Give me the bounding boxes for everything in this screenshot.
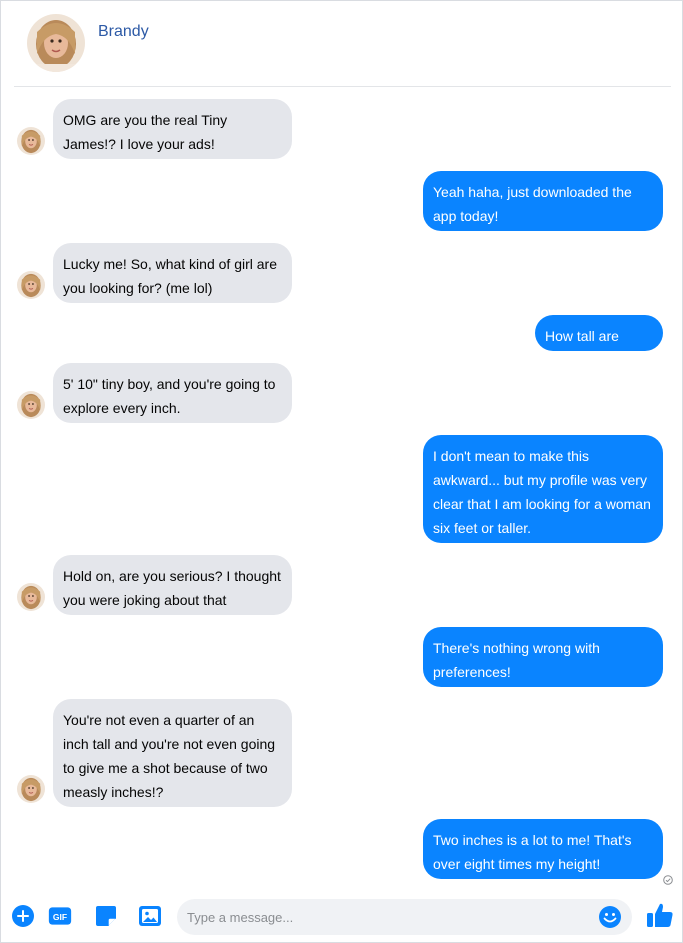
thumbs-up-icon[interactable] [646, 901, 674, 929]
contact-avatar[interactable] [27, 14, 85, 72]
incoming-message-row: 5' 10" tiny boy, and you're going to exp… [1, 363, 683, 423]
outgoing-message-row: There's nothing wrong with preferences! [1, 627, 683, 687]
incoming-message-row: OMG are you the real Tiny James!? I love… [1, 99, 683, 159]
contact-avatar-small[interactable] [17, 775, 45, 803]
gif-label: GIF [53, 912, 67, 922]
message-input[interactable] [187, 899, 587, 935]
incoming-message-row: You're not even a quarter of an inch tal… [1, 699, 683, 807]
contact-avatar-small[interactable] [17, 271, 45, 299]
outgoing-message-bubble[interactable]: There's nothing wrong with preferences! [423, 627, 663, 687]
emoji-icon[interactable] [598, 905, 622, 929]
image-icon[interactable] [138, 904, 162, 928]
incoming-message-bubble[interactable]: OMG are you the real Tiny James!? I love… [53, 99, 292, 159]
contact-avatar-small[interactable] [17, 391, 45, 419]
outgoing-message-row: Two inches is a lot to me! That's over e… [1, 819, 683, 879]
outgoing-message-row: How tall are you? [1, 315, 683, 368]
incoming-message-bubble[interactable]: You're not even a quarter of an inch tal… [53, 699, 292, 807]
outgoing-message-bubble[interactable]: Two inches is a lot to me! That's over e… [423, 819, 663, 879]
outgoing-message-bubble[interactable]: Yeah haha, just downloaded the app today… [423, 171, 663, 231]
incoming-message-row: Hold on, are you serious? I thought you … [1, 555, 683, 615]
incoming-message-bubble[interactable]: 5' 10" tiny boy, and you're going to exp… [53, 363, 292, 423]
contact-avatar-small[interactable] [17, 583, 45, 611]
incoming-message-bubble[interactable]: Hold on, are you serious? I thought you … [53, 555, 292, 615]
gif-icon[interactable]: GIF [48, 904, 72, 928]
outgoing-message-row: I don't mean to make this awkward... but… [1, 435, 683, 543]
outgoing-message-row: Yeah haha, just downloaded the app today… [1, 171, 683, 231]
sent-check-icon [663, 875, 673, 885]
message-thread[interactable]: OMG are you the real Tiny James!? I love… [1, 87, 683, 887]
incoming-message-bubble[interactable]: Lucky me! So, what kind of girl are you … [53, 243, 292, 303]
contact-avatar-small[interactable] [17, 127, 45, 155]
chat-window: Brandy OMG are you the real Tiny James!?… [0, 0, 683, 943]
outgoing-message-bubble[interactable]: How tall are you? [535, 315, 663, 368]
incoming-message-row: Lucky me! So, what kind of girl are you … [1, 243, 683, 303]
outgoing-message-bubble[interactable]: I don't mean to make this awkward... but… [423, 435, 663, 543]
chat-header: Brandy [1, 1, 683, 87]
message-input-wrap[interactable] [177, 899, 632, 935]
sticker-icon[interactable] [94, 904, 118, 928]
plus-circle-icon[interactable] [11, 904, 35, 928]
contact-name[interactable]: Brandy [98, 23, 149, 41]
composer-bar: GIF [1, 894, 683, 940]
